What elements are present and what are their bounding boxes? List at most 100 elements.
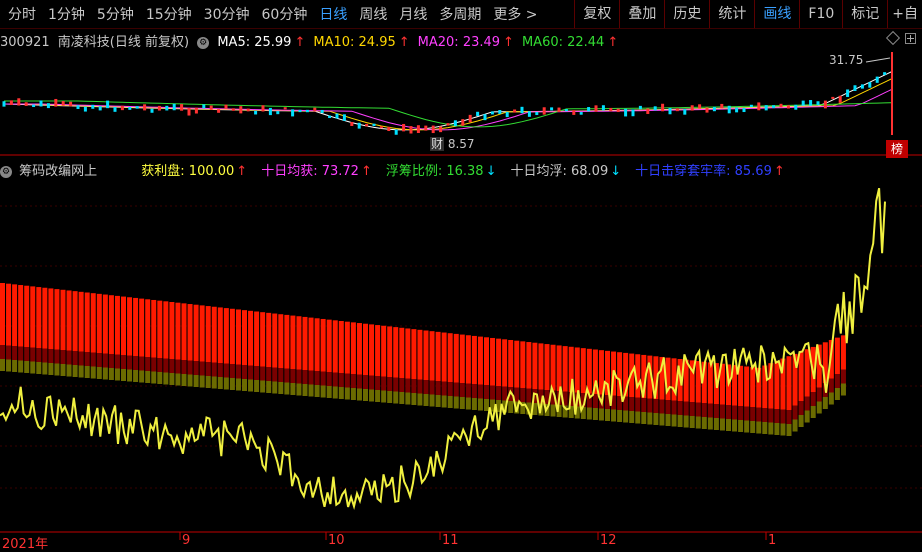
chip-bar-red <box>290 315 296 369</box>
chip-bar-red <box>381 325 387 377</box>
chip-bar-olive <box>223 377 229 390</box>
candle <box>749 104 753 108</box>
candle <box>764 105 768 111</box>
chip-bar-dark <box>205 362 211 376</box>
chip-bar-olive <box>695 416 701 429</box>
chip-bar-dark <box>792 405 798 420</box>
chip-bar-olive <box>145 371 151 383</box>
chip-bar-olive <box>169 373 175 385</box>
rank-badge[interactable]: 榜 <box>886 140 908 158</box>
candle <box>254 110 258 115</box>
candle <box>838 95 842 103</box>
chip-bar-dark <box>520 388 526 402</box>
chip-bar-olive <box>248 379 254 392</box>
chip-bar-olive <box>840 383 846 396</box>
candle <box>261 105 265 112</box>
candle <box>239 106 243 114</box>
chip-bar-dark <box>774 409 780 423</box>
chip-bar-olive <box>429 394 435 407</box>
chip-bar-olive <box>701 417 707 429</box>
chip-bar-olive <box>133 370 139 382</box>
candle <box>690 105 694 111</box>
chip-bar-dark <box>393 377 399 392</box>
chip-bar-dark <box>477 384 483 399</box>
candle <box>379 126 383 129</box>
chip-bar-dark <box>701 403 707 417</box>
chip-bar-dark <box>411 379 417 393</box>
chip-bar-olive <box>441 395 447 408</box>
chip-bar-dark <box>12 346 18 360</box>
x-tick-1: 9 <box>182 533 191 548</box>
candle <box>483 114 487 121</box>
chip-bar-red <box>496 338 502 386</box>
chip-bar-red <box>350 322 356 374</box>
chip-bar-red <box>369 324 375 376</box>
candle <box>683 109 687 115</box>
chip-bar-dark <box>375 376 381 390</box>
chip-bar-olive <box>260 380 266 393</box>
chip-bar-red <box>532 342 538 389</box>
chip-bar-red <box>320 318 326 372</box>
candle <box>846 89 850 97</box>
candle <box>342 114 346 121</box>
chip-bar-red <box>375 325 381 376</box>
candle <box>564 109 568 112</box>
chip-bar-dark <box>496 386 502 400</box>
chip-bar-olive <box>623 410 629 423</box>
candle <box>668 108 672 115</box>
chip-bar-red <box>96 293 102 353</box>
chip-bar-dark <box>381 376 387 391</box>
chip-bar-olive <box>635 411 641 424</box>
chip-bar-olive <box>187 374 193 387</box>
chip-bar-red <box>272 313 278 368</box>
chip-bar-red <box>798 351 804 401</box>
candle <box>831 96 835 99</box>
candle <box>809 100 813 106</box>
chip-bar-red <box>750 367 756 407</box>
chip-bar-dark <box>726 405 731 419</box>
chip-bar-dark <box>108 354 114 368</box>
candle <box>357 122 361 129</box>
chart-canvas[interactable] <box>0 0 922 551</box>
candle <box>535 111 539 116</box>
chip-bar-red <box>217 307 223 363</box>
chip-bar-olive <box>399 392 405 404</box>
chip-bar-red <box>399 327 405 378</box>
chip-bar-red <box>707 362 713 404</box>
chip-bar-dark <box>635 397 641 412</box>
chip-bar-dark <box>266 367 272 381</box>
chip-bar-dark <box>804 396 810 411</box>
chip-bar-red <box>356 323 362 375</box>
chip-bar-red <box>393 327 399 378</box>
high-price-pointer <box>865 57 891 63</box>
candle <box>320 109 324 113</box>
chip-bar-olive <box>762 422 768 434</box>
chip-bar-dark <box>314 371 320 385</box>
chip-bar-red <box>84 292 90 352</box>
chip-bar-dark <box>181 360 187 374</box>
candle <box>83 106 87 112</box>
chip-bar-red <box>477 336 483 385</box>
chip-bar-dark <box>834 374 840 388</box>
chip-bar-dark <box>54 349 60 364</box>
chip-bar-dark <box>732 405 738 420</box>
candle <box>498 110 502 114</box>
chip-bar-dark <box>260 366 266 381</box>
chip-bar-red <box>163 301 169 359</box>
candle <box>46 103 50 109</box>
chip-bar-red <box>36 287 42 348</box>
candle <box>69 101 73 107</box>
chip-bar-dark <box>308 370 314 385</box>
candle <box>868 82 872 88</box>
candle <box>165 105 169 111</box>
candle <box>224 104 228 109</box>
candle <box>91 104 95 109</box>
chip-bar-dark <box>453 382 459 397</box>
chip-bar-red <box>550 344 556 391</box>
chip-bar-dark <box>786 410 792 424</box>
chip-bar-red <box>586 348 592 394</box>
chip-bar-olive <box>266 381 272 393</box>
chip-bar-dark <box>72 351 78 365</box>
candle <box>298 109 302 113</box>
chip-bar-olive <box>121 369 126 381</box>
